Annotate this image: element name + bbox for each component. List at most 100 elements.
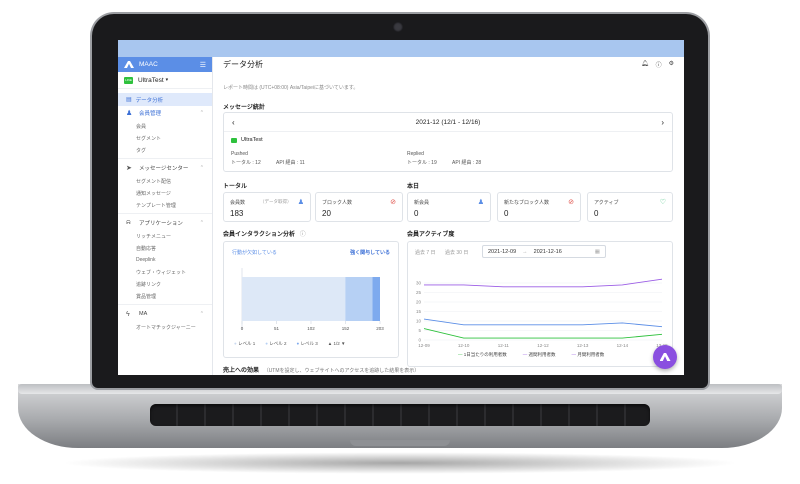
sidebar-item-rich-menu[interactable]: リッチメニュー xyxy=(118,230,212,242)
tick-label: 152 xyxy=(342,326,350,331)
legend-line-icon: — xyxy=(458,352,463,357)
chat-fab-button[interactable] xyxy=(653,345,677,369)
series-line xyxy=(423,318,663,328)
blocked-card: ブロック人数 20 ⊘ xyxy=(315,192,403,222)
sidebar-item-prize[interactable]: 賞品管理 xyxy=(118,290,212,302)
sidebar-item-templates[interactable]: テンプレート管理 xyxy=(118,199,212,211)
heart-icon: ♡ xyxy=(659,199,666,206)
legend-pager[interactable]: ▲ 1/2 ▼ xyxy=(328,341,346,347)
x-tick-label: 12-10 xyxy=(458,343,470,348)
pushed-label: Pushed xyxy=(231,151,248,157)
activity-line-chart: 0 5 10 15 20 25 30 12-09 12-10 12-11 12-12 12-13 12-… xyxy=(416,278,668,348)
sidebar-group-label: MA xyxy=(139,311,148,317)
tick-label: 51 xyxy=(274,326,280,331)
sidebar-item-deeplink[interactable]: Deeplink xyxy=(118,254,212,266)
sidebar-group-label: メッセージセンター xyxy=(139,166,189,172)
user-icon: ♟ xyxy=(126,110,133,117)
legend-line-icon: — xyxy=(522,352,528,357)
user-icon: ♟ xyxy=(477,199,484,206)
account-name: UltraTest xyxy=(138,76,164,84)
chevron-down-icon: ▾ xyxy=(165,77,169,83)
y-tick-label: 30 xyxy=(416,281,422,286)
chevron-up-icon: ⌃ xyxy=(199,165,204,171)
sidebar-item-segments[interactable]: セグメント xyxy=(118,132,212,144)
chevron-right-icon[interactable]: › xyxy=(661,118,664,127)
x-tick-label: 12-13 xyxy=(577,343,589,348)
brand-name: MAAC xyxy=(139,61,158,68)
hamburger-menu-icon[interactable]: ☰ xyxy=(200,61,206,69)
x-tick-label: 12-14 xyxy=(617,343,629,348)
message-account-name: UltraTest xyxy=(241,137,263,143)
y-tick-label: 15 xyxy=(416,309,422,314)
laptop-shadow xyxy=(60,452,740,474)
sidebar-item-journey[interactable]: オートマチックジャーニー xyxy=(118,321,212,333)
y-tick-label: 5 xyxy=(418,328,421,333)
bar-segment-level-3 xyxy=(372,277,380,321)
bar-segment-level-2 xyxy=(345,277,373,321)
sidebar-item-auto-reply[interactable]: 自動応答 xyxy=(118,242,212,254)
chevron-up-icon: ⌃ xyxy=(199,220,204,226)
activity-title: 会員アクティブ度 xyxy=(407,232,455,238)
divider xyxy=(118,304,212,305)
replied-api: API 経由 : 28 xyxy=(452,160,482,166)
period-navigator: ‹ 2021-12 (12/1 - 12/16) › xyxy=(224,113,672,132)
chevron-up-icon: ⌃ xyxy=(199,311,204,317)
bell-icon[interactable]: 🔔︎ xyxy=(641,60,649,69)
activity-legend: — 1日当たりの利用者数 — 週間利用者数 — 月間利用者数 xyxy=(458,352,604,358)
laptop-screen: MAAC ☰ LINE UltraTest ▾ ▤ データ分析 ♟ 会員管理 ⌃… xyxy=(118,40,684,375)
blocked-value: 20 xyxy=(322,209,331,218)
info-icon[interactable]: ⓘ xyxy=(300,232,306,238)
tick-label: 102 xyxy=(307,326,315,331)
divider xyxy=(118,213,212,214)
sidebar-item-data-analysis[interactable]: ▤ データ分析 xyxy=(118,93,212,106)
members-card: 会員数 （データ取得） 183 ♟ xyxy=(223,192,311,222)
activity-card: 過去 7 日 過去 30 日 2021-12-09 → 2021-12-16 ▦… xyxy=(407,241,673,367)
maac-logo-icon xyxy=(124,61,134,68)
legend-label: 週間利用者数 xyxy=(528,352,556,357)
sidebar-group-ma[interactable]: ϟ MA ⌃ xyxy=(118,307,212,321)
chart-icon: ▤ xyxy=(126,97,132,103)
pager-label: 1/2 xyxy=(333,341,340,346)
screen-top-band xyxy=(118,40,684,57)
x-tick-label: 12-12 xyxy=(537,343,549,348)
legend-label: レベル 3 xyxy=(300,341,318,346)
laptop-notch xyxy=(350,440,450,446)
pushed-total: トータル : 12 xyxy=(231,160,261,166)
sales-effect-title: 売上への効果 （UTMを設定し、ウェブサイトへのアクセスを追跡した結果を表示） xyxy=(223,365,419,374)
sidebar-item-web-widget[interactable]: ウェブ・ウィジェット xyxy=(118,266,212,278)
x-tick-label: 12-09 xyxy=(418,343,430,348)
tick-label: 203 xyxy=(376,326,384,331)
user-settings-icon[interactable]: ⚙ xyxy=(669,60,674,69)
topbar: データ分析 🔔︎ ⓘ ⚙ xyxy=(213,57,684,72)
legend-label: 1日当たりの利用者数 xyxy=(463,352,507,357)
app-window: MAAC ☰ LINE UltraTest ▾ ▤ データ分析 ♟ 会員管理 ⌃… xyxy=(118,57,684,375)
sidebar-group-applications[interactable]: ⍾ アプリケーション ⌃ xyxy=(118,216,212,230)
message-stats-title: メッセージ統計 xyxy=(223,105,265,111)
help-icon[interactable]: ⓘ xyxy=(656,60,662,69)
account-switcher[interactable]: LINE UltraTest ▾ xyxy=(118,72,212,89)
replied-total: トータル : 19 xyxy=(407,160,437,166)
blocked-label: ブロック人数 xyxy=(322,200,353,206)
sidebar-item-notification[interactable]: 通知メッセージ xyxy=(118,187,212,199)
sidebar-item-tags[interactable]: タグ xyxy=(118,144,212,156)
brand-bar: MAAC ☰ xyxy=(118,57,212,72)
user-icon: ♟ xyxy=(297,199,304,206)
new-blocked-card: 新たなブロック人数 0 ⊘ xyxy=(497,192,581,222)
legend-line-icon: — xyxy=(571,352,577,357)
maac-logo-icon xyxy=(659,353,671,361)
members-label: 会員数 xyxy=(230,200,246,206)
sidebar-group-message-center[interactable]: ➤ メッセージセンター ⌃ xyxy=(118,161,212,175)
chevron-left-icon[interactable]: ‹ xyxy=(232,118,235,127)
laptop-keyboard xyxy=(150,404,650,426)
sidebar: MAAC ☰ LINE UltraTest ▾ ▤ データ分析 ♟ 会員管理 ⌃… xyxy=(118,57,213,375)
interaction-legend: ● レベル 1 ● レベル 2 ● レベル 3 ▲ 1/2 ▼ xyxy=(234,341,345,347)
sidebar-item-members[interactable]: 会員 xyxy=(118,120,212,132)
sidebar-item-tracking-link[interactable]: 追跡リンク xyxy=(118,278,212,290)
x-tick-label: 12-11 xyxy=(498,343,510,348)
sales-hint: （UTMを設定し、ウェブサイトへのアクセスを追跡した結果を表示） xyxy=(263,368,420,374)
sidebar-item-segment-broadcast[interactable]: セグメント配信 xyxy=(118,175,212,187)
sidebar-group-members[interactable]: ♟ 会員管理 ⌃ xyxy=(118,106,212,120)
legend-label: レベル 1 xyxy=(237,341,256,346)
legend-label: レベル 2 xyxy=(269,341,287,346)
sidebar-group-label: 会員管理 xyxy=(139,111,162,117)
